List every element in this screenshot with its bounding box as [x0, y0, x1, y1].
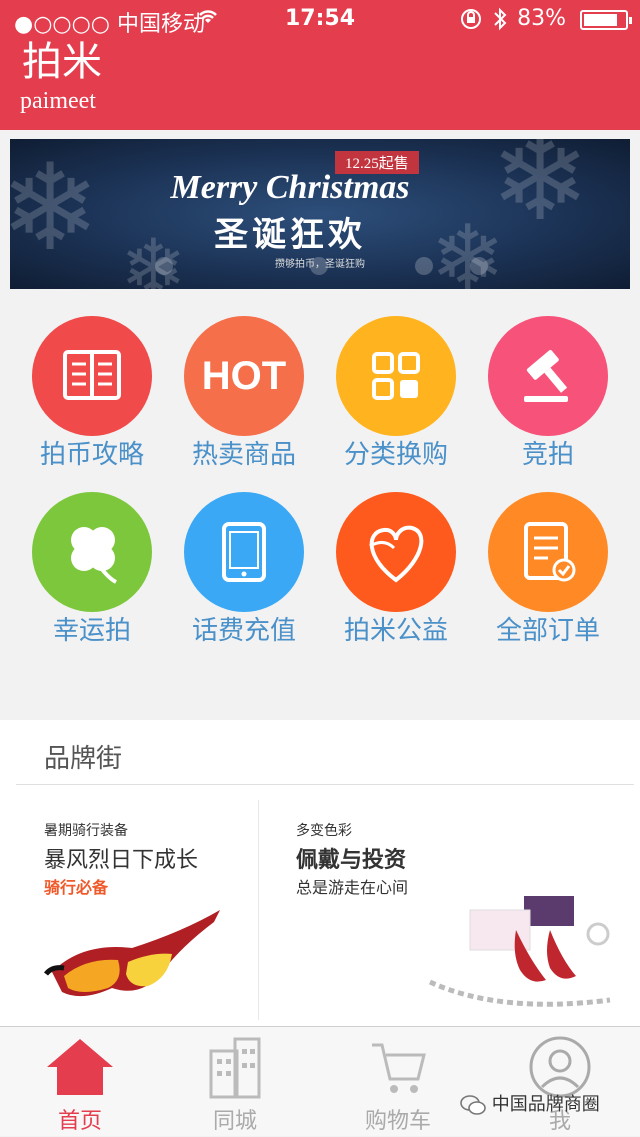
promo-kicker: 暑期骑行装备	[44, 823, 128, 839]
tab-local[interactable]: 同城	[155, 1027, 315, 1137]
grid-item-label: 拍米公益	[343, 616, 448, 646]
rotation-lock-icon	[460, 8, 482, 36]
tab-me[interactable]: 我	[480, 1027, 640, 1137]
grid-item-label: 全部订单	[495, 616, 600, 646]
grid-item-phone-recharge[interactable]: 话费充值	[168, 492, 320, 648]
cart-icon	[372, 1043, 426, 1093]
grid-item-auction[interactable]: 竞拍	[472, 316, 624, 472]
divider	[258, 800, 259, 1020]
tab-label: 同城	[212, 1109, 257, 1134]
promo-headline: 暴风烈日下成长	[44, 848, 199, 873]
christmas-banner[interactable]: ❄ ❄ ❄ ❄ 12.25起售 Merry Christmas 圣诞狂欢 攒够拍…	[10, 139, 630, 289]
grid-item-label: 竞拍	[521, 440, 574, 470]
grid-item-label: 分类换购	[343, 440, 448, 470]
tab-cart[interactable]: 购物车	[318, 1027, 478, 1137]
promo-tag: 骑行必备	[44, 878, 109, 897]
watermark-text: 中国品牌商圈	[491, 1094, 600, 1115]
promo-card-cycling[interactable]: 暑期骑行装备 暴风烈日下成长 骑行必备	[16, 790, 258, 1022]
app-title: 拍米	[22, 39, 102, 85]
carousel-dot[interactable]	[155, 257, 173, 275]
status-bar: ●○○○○ 中国移动 17:54 83%	[0, 0, 640, 40]
grid-item-all-orders[interactable]: 全部订单	[472, 492, 624, 648]
tab-home[interactable]: 首页	[0, 1027, 160, 1137]
sunglasses-image	[44, 910, 220, 997]
order-icon	[488, 492, 608, 612]
home-icon	[47, 1039, 113, 1095]
brand-street-section: 品牌街 暑期骑行装备 暴风烈日下成长 骑行必备 多变色彩 佩戴与投资 总是游走在…	[0, 720, 640, 1026]
grid-item-coin-guide[interactable]: 拍币攻略	[16, 316, 168, 472]
bluetooth-icon	[492, 6, 508, 38]
carousel-dot[interactable]	[415, 257, 433, 275]
heart-icon	[336, 492, 456, 612]
tab-label: 购物车	[364, 1109, 431, 1134]
grid-item-label: 热卖商品	[191, 440, 296, 470]
carousel-dot[interactable]	[470, 257, 488, 275]
grid-item-category-exchange[interactable]: 分类换购	[320, 316, 472, 472]
grid-item-label: 话费充值	[191, 616, 296, 646]
grid-item-hot-products[interactable]: HOT 热卖商品	[168, 316, 320, 472]
snowflake-icon: ❄	[430, 206, 506, 289]
book-icon	[32, 316, 152, 436]
tab-label: 首页	[57, 1109, 102, 1134]
battery-icon	[580, 10, 632, 30]
clover-icon	[32, 492, 152, 612]
watermark: 中国品牌商圈	[460, 1090, 600, 1116]
app-header: ●○○○○ 中国移动 17:54 83% 拍米 paimeet	[0, 0, 640, 130]
battery-percent: 83%	[517, 6, 566, 31]
app-subtitle: paimeet	[20, 88, 96, 114]
bottom-tab-bar: 首页 同城 购物车 我	[0, 1026, 640, 1136]
gavel-icon	[488, 316, 608, 436]
carousel-dot[interactable]	[310, 257, 328, 275]
hot-icon: HOT	[184, 316, 304, 436]
jewelry-image	[428, 896, 611, 1007]
wechat-icon	[460, 1094, 486, 1116]
feature-grid: 拍币攻略 HOT 热卖商品 分类换购 竞拍 幸运拍 话费充值 拍米公益 全部订单	[0, 298, 640, 718]
section-title: 品牌街	[44, 744, 123, 774]
banner-title-cn: 圣诞狂欢	[214, 215, 366, 255]
grid-item-label: 拍币攻略	[39, 440, 144, 470]
divider	[16, 784, 634, 785]
promo-card-jewelry[interactable]: 多变色彩 佩戴与投资 总是游走在心间	[260, 790, 634, 1022]
hot-text: HOT	[201, 354, 287, 398]
snowflake-icon: ❄	[10, 139, 101, 278]
grid-item-charity[interactable]: 拍米公益	[320, 492, 472, 648]
promo-subtitle: 总是游走在心间	[296, 878, 409, 897]
phone-icon	[184, 492, 304, 612]
building-icon	[209, 1037, 261, 1099]
promo-kicker: 多变色彩	[296, 823, 352, 839]
banner-title-en: Merry Christmas	[170, 169, 410, 206]
grid-item-lucky-auction[interactable]: 幸运拍	[16, 492, 168, 648]
category-grid-icon	[336, 316, 456, 436]
grid-item-label: 幸运拍	[52, 616, 131, 646]
promo-headline: 佩戴与投资	[296, 848, 407, 873]
